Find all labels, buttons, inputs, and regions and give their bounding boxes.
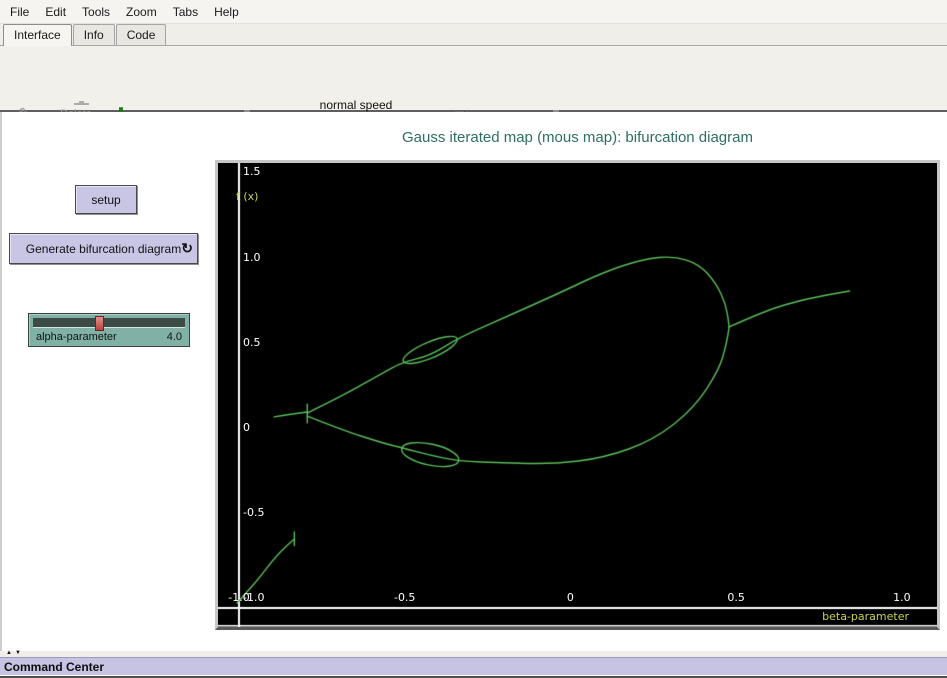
tab-interface[interactable]: Interface — [3, 24, 72, 46]
menu-item-help[interactable]: Help — [206, 1, 247, 23]
y-axis-tick-1.5: 1.5 — [243, 165, 261, 178]
bifurcation-plot-widget: f (x) beta-parameter 1.5 1.0 0.5 0 -0.5 -1.0 -… — [215, 160, 940, 630]
command-center-title: Command Center — [0, 660, 104, 674]
interface-canvas: Gauss iterated map (mous map): bifurcati… — [0, 112, 947, 651]
command-center-header: Command Center — [0, 657, 947, 675]
plot-title-note: Gauss iterated map (mous map): bifurcati… — [215, 129, 940, 146]
y-axis-tick-0.5: 0.5 — [243, 336, 261, 349]
slider-track[interactable] — [33, 318, 185, 328]
bifurcation-canvas — [218, 163, 937, 627]
splitter-up-icon[interactable]: ▲ — [6, 650, 12, 656]
plot-area: f (x) beta-parameter 1.5 1.0 0.5 0 -0.5 -1.0 -… — [218, 163, 937, 627]
menu-item-zoom[interactable]: Zoom — [118, 1, 165, 23]
plot-x-axis-label: beta-parameter — [822, 610, 909, 623]
menu-bar: FileEditToolsZoomTabsHelp — [0, 0, 947, 24]
x-axis-tick--0.5: -0.5 — [394, 591, 415, 604]
menu-item-tabs[interactable]: Tabs — [165, 1, 206, 23]
y-axis-tick-0: 0 — [243, 421, 250, 434]
x-axis-tick-0: 0 — [567, 591, 574, 604]
x-axis-tick-1.0: 1.0 — [893, 591, 911, 604]
toolbar: ✎ Edit Delete ✚ Add abc Button ▼ normal … — [0, 46, 947, 112]
tab-info[interactable]: Info — [73, 24, 115, 45]
splitter-down-icon[interactable]: ▼ — [15, 650, 21, 656]
x-axis-tick--1.0: -1.0 — [228, 591, 249, 604]
speed-slider-label: normal speed — [320, 98, 393, 112]
slider-thumb[interactable] — [95, 316, 104, 331]
menu-item-file[interactable]: File — [2, 1, 37, 23]
slider-label: alpha-parameter — [36, 331, 117, 343]
y-axis-tick-1.0: 1.0 — [243, 251, 261, 264]
menu-item-edit[interactable]: Edit — [37, 1, 74, 23]
generate-bifurcation-button[interactable]: Generate bifurcation diagram ↻ — [9, 233, 198, 264]
x-axis-tick-0.5: 0.5 — [727, 591, 745, 604]
forever-icon: ↻ — [181, 241, 193, 255]
alpha-parameter-slider[interactable]: alpha-parameter 4.0 — [28, 313, 190, 347]
netlogo-window: FileEditToolsZoomTabsHelp InterfaceInfoC… — [0, 0, 947, 678]
tab-bar: InterfaceInfoCode — [0, 24, 947, 46]
tab-code[interactable]: Code — [116, 24, 167, 45]
y-axis-tick--0.5: -0.5 — [243, 506, 264, 519]
menu-item-tools[interactable]: Tools — [74, 1, 118, 23]
slider-value: 4.0 — [167, 331, 182, 343]
setup-button[interactable]: setup — [75, 185, 137, 214]
plot-y-axis-label: f (x) — [236, 190, 258, 203]
generate-button-label: Generate bifurcation diagram — [26, 242, 181, 256]
